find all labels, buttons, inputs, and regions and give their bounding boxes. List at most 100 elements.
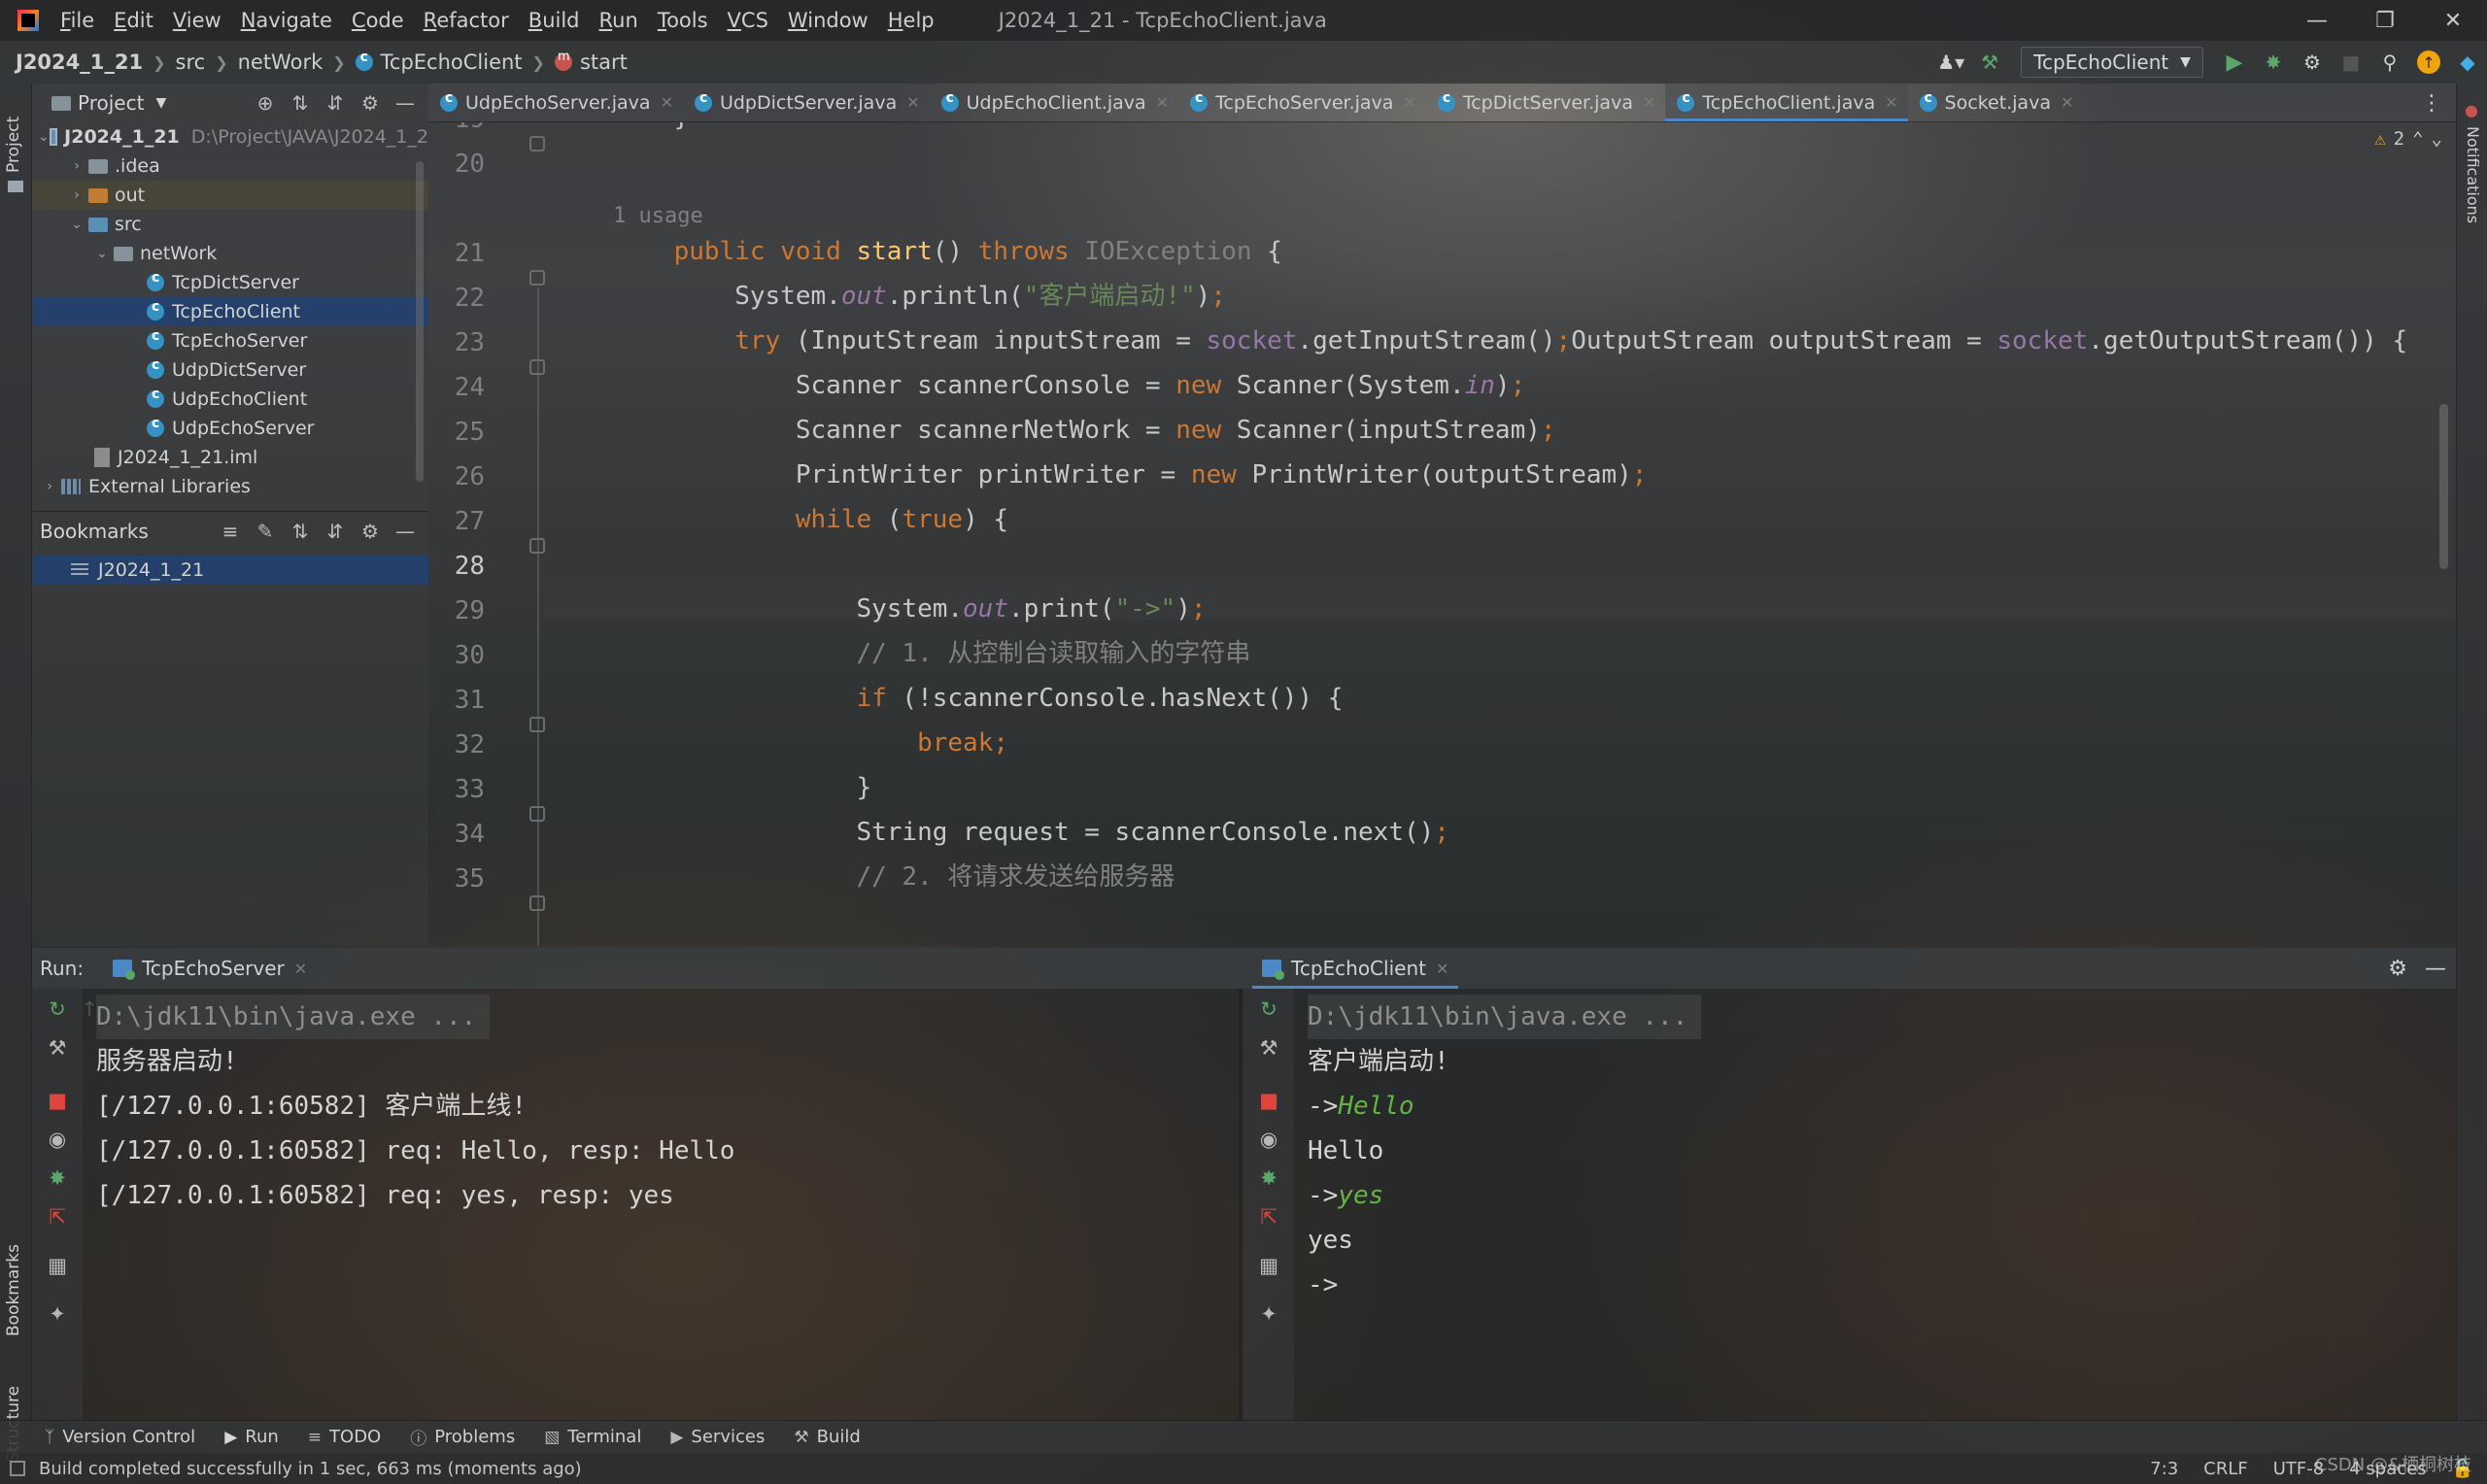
client-console[interactable]: D:\jdk11\bin\java.exe ... 客户端启动! ->Hello… [1294, 989, 2456, 1420]
user-icon[interactable]: ♟▾ [1934, 46, 1967, 79]
editor-tab[interactable]: TcpEchoServer.java ✕ [1178, 84, 1426, 121]
editor-scrollbar[interactable] [2439, 404, 2448, 569]
fold-marker-icon[interactable] [529, 136, 545, 152]
tool-tab-services[interactable]: ▶ Services [670, 1427, 765, 1447]
editor-tab[interactable]: UdpDictServer.java ✕ [683, 84, 930, 121]
run-tab-server[interactable]: TcpEchoServer ✕ [103, 948, 317, 989]
tool-tab-terminal[interactable]: ▧ Terminal [544, 1427, 641, 1447]
debug-icon[interactable]: ✸ [1256, 1165, 1281, 1191]
menu-help[interactable]: Help [888, 9, 935, 32]
project-panel-title[interactable]: Project [78, 91, 144, 115]
close-icon[interactable]: ✕ [1436, 960, 1448, 978]
tool-tab-build[interactable]: ⚒ Build [794, 1427, 860, 1447]
breadcrumb-package[interactable]: netWork [238, 51, 324, 74]
collapse-all-icon[interactable]: ⇵ [318, 91, 353, 115]
minimize-icon[interactable]: — [2283, 0, 2351, 41]
tree-item-class[interactable]: UdpDictServer [32, 355, 428, 385]
chevron-up-icon[interactable]: ⌃ [2412, 128, 2423, 150]
menu-edit[interactable]: Edit [114, 9, 153, 32]
console-splitter[interactable] [1239, 989, 1243, 1420]
tree-item-external-libraries[interactable]: › External Libraries [32, 472, 428, 501]
collapse-all-icon[interactable]: ⇵ [318, 520, 353, 543]
chevron-down-icon[interactable]: ⌄ [2432, 128, 2442, 150]
chevron-down-icon[interactable]: ⌄ [90, 246, 114, 261]
wrench-icon[interactable]: ⚒ [1256, 1035, 1281, 1061]
usage-hint[interactable]: 1 usage [613, 204, 703, 228]
run-tab-client[interactable]: TcpEchoClient ✕ [1252, 948, 1459, 989]
breadcrumb-project[interactable]: J2024_1_21 [16, 51, 143, 74]
line-separator[interactable]: CRLF [2203, 1459, 2247, 1479]
tree-item-class[interactable]: TcpDictServer [32, 268, 428, 297]
breadcrumb-class[interactable]: TcpEchoClient [355, 50, 523, 74]
tree-item-src[interactable]: ⌄ src [32, 210, 428, 239]
update-icon[interactable]: ↑ [2412, 46, 2445, 79]
gear-icon[interactable]: ⚙ [353, 520, 388, 543]
layout-icon[interactable]: ▦ [45, 1253, 70, 1278]
gear-icon[interactable]: ⚙ [353, 91, 388, 115]
code-editor[interactable]: 19 20 21 22 23 24 25 26 27 28 29 30 31 3… [428, 122, 2456, 946]
add-bookmark-list-icon[interactable]: ≡ [213, 520, 248, 543]
menu-file[interactable]: File [60, 9, 94, 32]
rerun-icon[interactable]: ↻ [45, 996, 70, 1022]
notifications-icon[interactable]: ● [2465, 101, 2478, 119]
tree-item-class[interactable]: UdpEchoServer [32, 414, 428, 443]
notifications-tool-button[interactable]: Notifications [2464, 126, 2482, 223]
fold-marker-icon[interactable] [529, 270, 545, 286]
tree-item-idea[interactable]: › .idea [32, 152, 428, 181]
project-scrollbar[interactable] [416, 161, 424, 482]
breadcrumb-src[interactable]: src [176, 51, 206, 74]
editor-tab[interactable]: UdpEchoServer.java ✕ [428, 84, 683, 121]
chevron-right-icon[interactable]: › [65, 187, 88, 203]
menu-code[interactable]: Code [352, 9, 404, 32]
exit-icon[interactable]: ⇱ [1256, 1204, 1281, 1230]
pin-icon[interactable]: ✦ [45, 1301, 70, 1327]
project-tool-button[interactable]: Project [4, 117, 23, 173]
stop-icon[interactable]: ■ [2334, 46, 2368, 79]
menu-window[interactable]: Window [788, 9, 869, 32]
chevron-down-icon[interactable]: ⌄ [65, 217, 88, 232]
hide-icon[interactable]: — [2425, 957, 2446, 981]
tree-item-class[interactable]: UdpEchoClient [32, 385, 428, 414]
exit-icon[interactable]: ⇱ [45, 1204, 70, 1230]
close-icon[interactable]: ✕ [1643, 93, 1655, 112]
run-configuration-select[interactable]: TcpEchoClient ▼ [2021, 47, 2203, 78]
tree-item-iml[interactable]: J2024_1_21.iml [32, 443, 428, 472]
tree-item-class-selected[interactable]: TcpEchoClient [32, 297, 428, 326]
debug-icon[interactable]: ✸ [2257, 46, 2290, 79]
locate-icon[interactable]: ⊕ [248, 91, 283, 115]
cursor-position[interactable]: 7:3 [2150, 1459, 2178, 1479]
editor-tab-active[interactable]: TcpEchoClient.java ✕ [1665, 84, 1908, 121]
chevron-right-icon[interactable]: › [65, 158, 88, 174]
menu-build[interactable]: Build [528, 9, 580, 32]
tree-item-package[interactable]: ⌄ netWork [32, 239, 428, 268]
close-icon[interactable]: ✕ [1156, 93, 1169, 112]
bookmarks-title[interactable]: Bookmarks [40, 520, 149, 543]
menu-run[interactable]: Run [599, 9, 638, 32]
tool-tab-run[interactable]: ▶ Run [224, 1427, 279, 1447]
hide-icon[interactable]: — [388, 520, 423, 543]
chevron-down-icon[interactable]: ⌄ [38, 129, 50, 145]
wrench-icon[interactable]: ⚒ [45, 1035, 70, 1061]
coverage-icon[interactable]: ⚙ [2296, 46, 2329, 79]
close-icon[interactable]: ✕ [2419, 0, 2487, 41]
close-icon[interactable]: ✕ [906, 93, 919, 112]
close-icon[interactable]: ✕ [294, 960, 307, 978]
stop-icon[interactable]: ■ [45, 1088, 70, 1113]
tree-item-out[interactable]: › out [32, 181, 428, 210]
breadcrumb-method[interactable]: start [554, 50, 628, 74]
bookmarks-tool-button[interactable]: Bookmarks [4, 1244, 23, 1336]
tree-item-project-root[interactable]: ⌄ J2024_1_21 D:\Project\JAVA\J2024_1_2 [32, 122, 428, 152]
camera-icon[interactable]: ◉ [1256, 1127, 1281, 1152]
expand-all-icon[interactable]: ⇅ [283, 91, 318, 115]
more-icon[interactable]: ⋮ [2421, 84, 2442, 122]
bookmark-list-item[interactable]: J2024_1_21 [32, 556, 428, 585]
status-toggle-icon[interactable] [10, 1461, 25, 1476]
hammer-icon[interactable]: ⚒ [1973, 46, 2006, 79]
tree-item-class[interactable]: TcpEchoServer [32, 326, 428, 355]
menu-navigate[interactable]: Navigate [241, 9, 332, 32]
status-message[interactable]: Build completed successfully in 1 sec, 6… [39, 1459, 582, 1479]
inspection-widget[interactable]: ⚠ 2 ⌃ ⌄ [2374, 128, 2442, 150]
close-icon[interactable]: ✕ [1885, 93, 1897, 112]
debug-icon[interactable]: ✸ [45, 1165, 70, 1191]
editor-tab[interactable]: Socket.java ✕ [1908, 84, 2084, 121]
